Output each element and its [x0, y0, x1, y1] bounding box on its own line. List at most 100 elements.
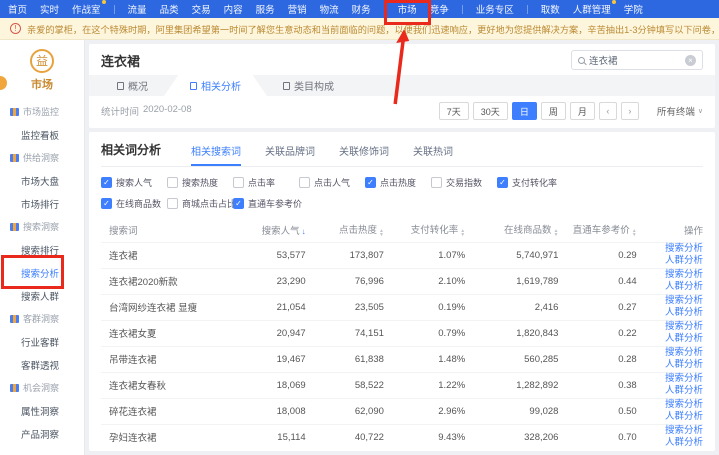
- filter-点击热度[interactable]: ✓点击热度: [365, 176, 431, 189]
- column-header-搜索人气[interactable]: 搜索人气↓: [227, 218, 305, 242]
- checkbox-unchecked-icon[interactable]: [167, 177, 178, 188]
- search-analysis-link[interactable]: 搜索分析: [637, 373, 703, 385]
- terminal-dropdown[interactable]: 所有终端∨: [657, 104, 703, 118]
- filter-交易指数[interactable]: 交易指数: [431, 176, 497, 189]
- prev-button[interactable]: ‹: [599, 102, 617, 120]
- column-header-支付转化率[interactable]: 支付转化率▲▼: [384, 218, 465, 242]
- subtab-关联热词[interactable]: 关联热词: [413, 143, 453, 166]
- checkbox-checked-icon[interactable]: ✓: [365, 177, 376, 188]
- sidebar-item-监控看板[interactable]: 监控看板: [0, 123, 84, 146]
- nav-item-业务专区[interactable]: 业务专区: [476, 2, 514, 16]
- sort-icon[interactable]: ▲▼: [379, 229, 384, 237]
- sidebar-item-市场排行[interactable]: 市场排行: [0, 192, 84, 215]
- filter-点击人气[interactable]: 点击人气: [299, 176, 365, 189]
- nav-item-学院[interactable]: 学院: [624, 2, 643, 16]
- sidebar-item-行业客群[interactable]: 行业客群: [0, 330, 84, 353]
- crowd-analysis-link[interactable]: 人群分析: [637, 307, 703, 319]
- nav-item-服务[interactable]: 服务: [256, 2, 275, 16]
- nav-item-取数[interactable]: 取数: [541, 2, 560, 16]
- sidebar-item-搜索排行[interactable]: 搜索排行: [0, 238, 84, 261]
- sidebar-item-市场大盘[interactable]: 市场大盘: [0, 169, 84, 192]
- subtab-关联品牌词[interactable]: 关联品牌词: [265, 143, 315, 166]
- range-button-周[interactable]: 周: [541, 102, 566, 120]
- sidebar-item-搜索人群[interactable]: 搜索人群: [0, 284, 84, 307]
- checkbox-unchecked-icon[interactable]: [167, 198, 178, 209]
- search-analysis-link[interactable]: 搜索分析: [637, 295, 703, 307]
- search-analysis-link[interactable]: 搜索分析: [637, 347, 703, 359]
- crowd-analysis-link[interactable]: 人群分析: [637, 411, 703, 423]
- value-cell: 19,467: [227, 346, 305, 372]
- nav-item-营销[interactable]: 营销: [288, 2, 307, 16]
- filter-商城点击占比[interactable]: 商城点击占比: [167, 197, 233, 210]
- filter-搜索热度[interactable]: 搜索热度: [167, 176, 233, 189]
- nav-item-流量[interactable]: 流量: [128, 2, 147, 16]
- subtab-关联修饰词[interactable]: 关联修饰词: [339, 143, 389, 166]
- subtab-相关搜索词[interactable]: 相关搜索词: [191, 143, 241, 166]
- sidebar-item-搜索分析[interactable]: 搜索分析: [0, 261, 84, 284]
- range-button-7天[interactable]: 7天: [439, 102, 469, 120]
- checkbox-checked-icon[interactable]: ✓: [233, 198, 244, 209]
- checkbox-checked-icon[interactable]: ✓: [101, 177, 112, 188]
- nav-divider: [462, 5, 463, 14]
- search-input[interactable]: [589, 55, 681, 66]
- value-cell: 18,069: [227, 372, 305, 398]
- value-cell: 0.22: [558, 320, 636, 346]
- value-cell: 0.44: [558, 268, 636, 294]
- filter-搜索人气[interactable]: ✓搜索人气: [101, 176, 167, 189]
- sort-icon[interactable]: ▲▼: [632, 229, 637, 237]
- sidebar-item-属性洞察[interactable]: 属性洞察: [0, 399, 84, 422]
- sort-icon[interactable]: ▲▼: [554, 229, 559, 237]
- crowd-analysis-link[interactable]: 人群分析: [637, 359, 703, 371]
- search-analysis-link[interactable]: 搜索分析: [637, 399, 703, 411]
- crowd-analysis-link[interactable]: 人群分析: [637, 333, 703, 345]
- checkbox-checked-icon[interactable]: ✓: [101, 198, 112, 209]
- checkbox-checked-icon[interactable]: ✓: [497, 177, 508, 188]
- nav-item-市场[interactable]: 市场: [398, 2, 417, 16]
- column-header-label: 操作: [684, 226, 703, 237]
- nav-item-品类[interactable]: 品类: [160, 2, 179, 16]
- range-button-30天[interactable]: 30天: [473, 102, 508, 120]
- nav-item-首页[interactable]: 首页: [8, 2, 27, 16]
- filter-支付转化率[interactable]: ✓支付转化率: [497, 176, 563, 189]
- crowd-analysis-link[interactable]: 人群分析: [637, 281, 703, 293]
- checkbox-unchecked-icon[interactable]: [299, 177, 310, 188]
- crowd-analysis-link[interactable]: 人群分析: [637, 255, 703, 267]
- search-analysis-link[interactable]: 搜索分析: [637, 243, 703, 255]
- sort-icon[interactable]: ▲▼: [460, 229, 465, 237]
- search-analysis-link[interactable]: 搜索分析: [637, 269, 703, 281]
- search-analysis-link[interactable]: 搜索分析: [637, 321, 703, 333]
- sidebar-item-客群透视[interactable]: 客群透视: [0, 353, 84, 376]
- sort-desc-icon[interactable]: ↓: [302, 227, 306, 236]
- nav-item-实时[interactable]: 实时: [40, 2, 59, 16]
- range-button-月[interactable]: 月: [570, 102, 595, 120]
- nav-item-物流[interactable]: 物流: [320, 2, 339, 16]
- nav-item-财务[interactable]: 财务: [352, 2, 371, 16]
- metric-filters: ✓搜索人气搜索热度点击率点击人气✓点击热度交易指数✓支付转化率 ✓在线商品数商城…: [101, 167, 703, 210]
- checkbox-unchecked-icon[interactable]: [233, 177, 244, 188]
- checkbox-unchecked-icon[interactable]: [431, 177, 442, 188]
- nav-item-交易[interactable]: 交易: [192, 2, 211, 16]
- search-icon: [578, 57, 585, 64]
- tab-概况[interactable]: 概况: [101, 75, 164, 96]
- crowd-analysis-link[interactable]: 人群分析: [637, 437, 703, 449]
- filter-点击率[interactable]: 点击率: [233, 176, 299, 189]
- sidebar-item-产品洞察[interactable]: 产品洞察: [0, 422, 84, 445]
- filter-在线商品数[interactable]: ✓在线商品数: [101, 197, 167, 210]
- column-header-点击热度[interactable]: 点击热度▲▼: [306, 218, 384, 242]
- search-analysis-link[interactable]: 搜索分析: [637, 425, 703, 437]
- column-header-直通车参考价[interactable]: 直通车参考价▲▼: [558, 218, 636, 242]
- filter-直通车参考价[interactable]: ✓直通车参考价: [233, 197, 299, 210]
- crowd-analysis-link[interactable]: 人群分析: [637, 385, 703, 397]
- search-clear-icon[interactable]: ×: [685, 55, 696, 66]
- column-header-在线商品数[interactable]: 在线商品数▲▼: [465, 218, 558, 242]
- main-content: 连衣裙 × 概况相关分析类目构成 统计时间 2020-02-08 7天30天日周…: [85, 40, 719, 455]
- nav-item-竞争[interactable]: 竞争: [430, 2, 449, 16]
- tab-相关分析[interactable]: 相关分析: [164, 75, 267, 96]
- nav-item-作战室[interactable]: 作战室: [72, 2, 101, 16]
- tab-类目构成[interactable]: 类目构成: [267, 75, 350, 96]
- nav-item-内容[interactable]: 内容: [224, 2, 243, 16]
- next-button[interactable]: ›: [621, 102, 639, 120]
- range-button-日[interactable]: 日: [512, 102, 537, 120]
- nav-item-人群管理[interactable]: 人群管理: [573, 2, 611, 16]
- action-cell: 搜索分析人群分析: [637, 268, 703, 294]
